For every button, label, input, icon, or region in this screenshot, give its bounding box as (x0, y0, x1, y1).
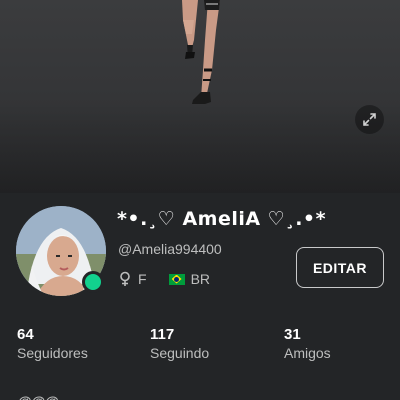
friends-label: Amigos (284, 345, 331, 361)
following-stat[interactable]: 117 Seguindo (150, 326, 209, 362)
expand-icon (363, 113, 376, 126)
friends-stat[interactable]: 31 Amigos (284, 326, 331, 362)
followers-stat[interactable]: 64 Seguidores (17, 326, 88, 362)
expand-avatar-button[interactable] (355, 105, 384, 134)
gender-label: F (138, 271, 147, 287)
followers-count: 64 (17, 326, 34, 343)
avatar-3d-viewer (0, 0, 400, 193)
following-count: 117 (150, 326, 175, 343)
edit-profile-button[interactable]: EDITAR (296, 247, 384, 288)
online-status-indicator (82, 271, 104, 293)
friends-count: 31 (284, 326, 301, 343)
viewer-floor-shadow (0, 103, 400, 193)
display-name: *•.¸♡ AmeliA ♡¸.•* (117, 208, 327, 230)
following-label: Seguindo (150, 345, 210, 361)
profile-meta-row: F BR (118, 270, 210, 288)
cut-off-section-text: @@@ (18, 393, 59, 400)
female-symbol-icon (120, 271, 130, 286)
followers-label: Seguidores (17, 345, 88, 361)
brazil-flag-icon (168, 273, 185, 285)
username: @Amelia994400 (118, 241, 222, 257)
country-label: BR (190, 271, 211, 287)
avatar-legs-figure (182, 0, 220, 104)
